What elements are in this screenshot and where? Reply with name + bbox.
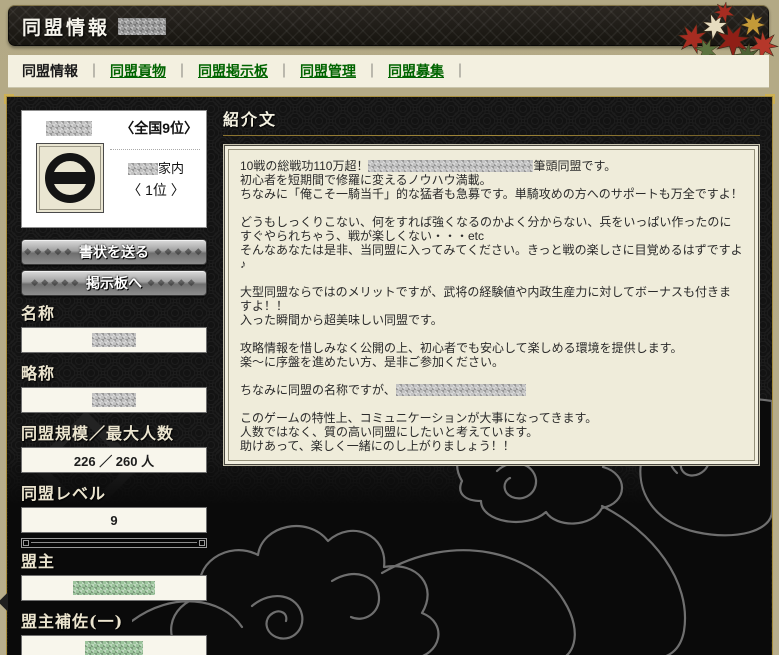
corner-ornament [4,94,14,104]
gold-rule [223,135,760,136]
dotted-divider [110,149,200,150]
to-board-label: 掲示板へ [86,275,142,291]
scrollbar-right-cap[interactable] [199,540,205,546]
leader-label: 盟主 [21,552,56,571]
ring-and-bar-crest-icon [45,153,95,203]
redacted-alliance-name-inline [395,384,526,396]
size-value-box: 226 ／ 260 人 [21,447,207,473]
abbreviation-value-box [21,387,207,413]
field-size: 同盟規模／最大人数 226 ／ 260 人 [21,424,207,473]
introduction-section: 紹介文 10戦の総戦功110万超！ 筆頭同盟です。 初心者を短期間で修羅に変えるノ… [223,110,760,466]
field-abbreviation: 略称 [21,364,207,413]
nav-separator: ｜ [365,63,379,79]
redacted-family-name [127,163,158,175]
diamond-ornament [31,278,81,289]
nav-separator: ｜ [277,63,291,79]
level-label: 同盟レベル [21,484,107,503]
tab-alliance-tribute[interactable]: 同盟貢物 [110,61,166,81]
nav-separator: ｜ [87,63,101,79]
intro-paragraph: 10戦の総戦功110万超！ 筆頭同盟です。 初心者を短期間で修羅に変えるノウハウ満… [240,159,743,201]
level-value-box: 9 [21,507,207,533]
abbreviation-label: 略称 [21,364,56,383]
alliance-nav: 同盟情報 ｜ 同盟貢物 ｜ 同盟掲示板 ｜ 同盟管理 ｜ 同盟募集 ｜ [8,55,769,88]
send-letter-label: 書状を送る [79,244,149,260]
horizontal-scrollbar[interactable] [21,538,207,548]
leader-value-box [21,575,207,601]
intro-paragraph: 攻略情報を惜しみなく公開の上、初心者でも安心して楽しめる環境を提供します。 楽〜… [240,341,683,369]
send-letter-button[interactable]: 書状を送る [21,239,207,265]
intro-paragraph: どうもしっくりこない、何をすれば強くなるのかよく分からない、兵をいっぱい作ったの… [240,215,743,271]
redacted-name-value [92,333,136,347]
name-value-box [21,327,207,353]
alliance-emblem-frame [39,146,101,210]
intro-paragraph: ちなみに同盟の名称ですが、 [240,383,743,397]
family-suffix: 家内 [157,161,184,176]
alliance-info-page: 同盟情報 同盟情報 ｜ 同盟貢物 ｜ 同盟掲示板 ｜ 同盟管理 ｜ 同盟募集 ｜ [0,0,779,655]
deputy-label: 盟主補佐(一) [21,612,124,631]
nav-separator: ｜ [453,63,467,79]
family-rank: 〈 1位 〉 [127,182,185,198]
redacted-alliance-name [46,121,92,136]
alliance-emblem [36,143,104,213]
family-line: 家内 [108,158,204,177]
alliance-sidebar: 〈全国9位〉 家内 〈 1位 〉 書状を送る 掲示板へ [21,110,207,655]
tab-alliance-board[interactable]: 同盟掲示板 [198,61,268,81]
tab-alliance-recruit[interactable]: 同盟募集 [388,61,444,81]
tab-alliance-info: 同盟情報 [22,63,78,79]
nav-separator: ｜ [175,63,189,79]
introduction-heading: 紹介文 [223,110,278,129]
redacted-abbreviation-value [92,393,136,407]
diamond-ornament [154,247,204,258]
redacted-alliance-name-inline [368,160,534,172]
redacted-deputy-name-link[interactable] [85,641,143,655]
field-deputy: 盟主補佐(一) [21,612,207,655]
intro-paragraph: 大型同盟ならではのメリットですが、武将の経験値や内政生産力に対してボーナスも付き… [240,285,732,327]
main-panel: 〈全国9位〉 家内 〈 1位 〉 書状を送る 掲示板へ [0,94,775,655]
introduction-text-box: 10戦の総戦功110万超！ 筆頭同盟です。 初心者を短期間で修羅に変えるノウハウ満… [223,144,760,466]
page-title: 同盟情報 [22,17,111,39]
redacted-leader-name-link[interactable] [73,581,155,595]
intro-paragraph: このゲームの特性上、コミュニケーションが大事になってきます。 人数ではなく、質の… [240,411,598,453]
tab-alliance-manage[interactable]: 同盟管理 [300,61,356,81]
diamond-ornament [147,278,197,289]
field-level: 同盟レベル 9 [21,484,207,533]
field-leader: 盟主 [21,552,207,601]
to-board-button[interactable]: 掲示板へ [21,270,207,296]
alliance-profile-card: 〈全国9位〉 家内 〈 1位 〉 [21,110,207,228]
corner-ornament [765,94,775,104]
diamond-ornament [24,247,74,258]
size-label: 同盟規模／最大人数 [21,424,175,443]
deputy-value-box [21,635,207,655]
field-name: 名称 [21,304,207,353]
page-title-bar: 同盟情報 [8,5,769,46]
scrollbar-left-cap[interactable] [23,540,29,546]
name-label: 名称 [21,304,56,323]
national-rank: 〈全国9位〉 [120,120,198,136]
redacted-alliance-name-title [118,18,166,35]
